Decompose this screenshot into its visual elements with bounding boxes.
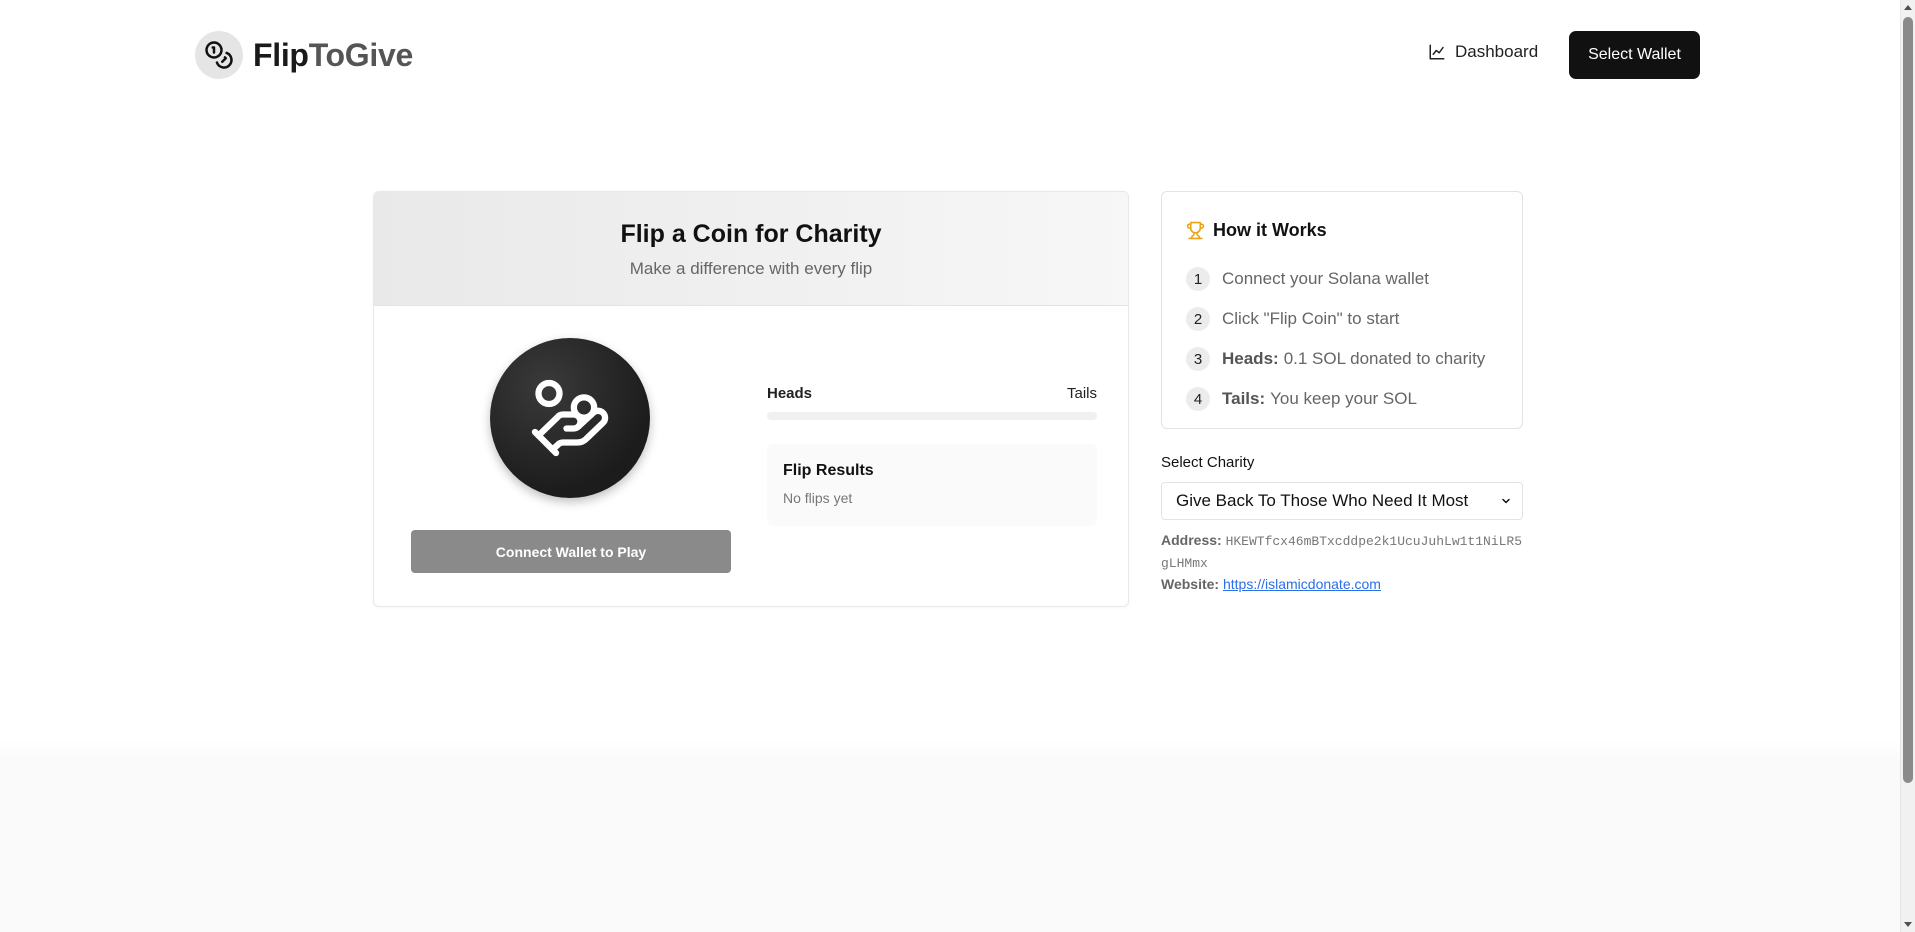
connect-wallet-play-button[interactable]: Connect Wallet to Play <box>411 530 731 573</box>
flip-ratio-labels: Heads Tails <box>767 385 1097 402</box>
chevron-down-icon <box>1502 498 1510 504</box>
step-item: 2 Click "Flip Coin" to start <box>1186 299 1485 339</box>
heart-coin-icon <box>531 379 609 457</box>
brand-name: FlipToGive <box>253 36 413 73</box>
page-title: Flip a Coin for Charity <box>620 220 882 248</box>
step-item: 4 Tails: You keep your SOL <box>1186 379 1485 419</box>
card-header: Flip a Coin for Charity Make a differenc… <box>374 192 1128 306</box>
dashboard-link[interactable]: Dashboard <box>1428 42 1538 62</box>
step-item: 3 Heads: 0.1 SOL donated to charity <box>1186 339 1485 379</box>
scrollbar-thumb[interactable] <box>1903 17 1913 783</box>
coins-icon <box>195 31 243 79</box>
scroll-up-arrow-icon[interactable] <box>1904 5 1912 10</box>
tails-label: Tails <box>1066 385 1097 402</box>
step-number: 2 <box>1186 307 1210 331</box>
select-wallet-button[interactable]: Select Wallet <box>1569 31 1700 79</box>
charity-info: Address: HKEWTfcx46mBTxcddpe2k1UcuJuhLw1… <box>1161 530 1526 595</box>
step-bold: Heads: <box>1222 349 1279 368</box>
address-label: Address: <box>1161 532 1222 548</box>
charity-select[interactable]: Give Back To Those Who Need It Most <box>1161 482 1523 520</box>
charity-website-link[interactable]: https://islamicdonate.com <box>1223 576 1381 592</box>
step-number: 1 <box>1186 267 1210 291</box>
how-it-works-title: How it Works <box>1186 220 1327 241</box>
step-text: Click "Flip Coin" to start <box>1222 309 1400 328</box>
coin-flip-card: Flip a Coin for Charity Make a differenc… <box>373 191 1129 607</box>
how-it-works-panel: How it Works 1 Connect your Solana walle… <box>1161 191 1523 429</box>
brand-logo[interactable]: FlipToGive <box>195 31 413 79</box>
step-text: 0.1 SOL donated to charity <box>1283 349 1486 368</box>
flip-results-title: Flip Results <box>783 462 874 479</box>
charity-website-row: Website: https://islamicdonate.com <box>1161 574 1526 595</box>
step-number: 4 <box>1186 387 1210 411</box>
charity-address-row: Address: HKEWTfcx46mBTxcddpe2k1UcuJuhLw1… <box>1161 530 1526 574</box>
scroll-down-arrow-icon[interactable] <box>1904 922 1912 927</box>
heads-label: Heads <box>767 385 813 402</box>
flip-ratio-bar <box>767 412 1097 420</box>
charity-selected-value: Give Back To Those Who Need It Most <box>1176 491 1469 510</box>
page-scrollbar[interactable] <box>1900 0 1915 932</box>
charity-select-label: Select Charity <box>1161 454 1255 471</box>
flip-results-empty: No flips yet <box>783 490 853 506</box>
step-number: 3 <box>1186 347 1210 371</box>
website-label: Website: <box>1161 576 1220 592</box>
chart-line-icon <box>1429 44 1445 60</box>
flip-results-panel: Flip Results No flips yet <box>767 444 1097 526</box>
dashboard-label: Dashboard <box>1455 42 1539 61</box>
site-header: FlipToGive Dashboard Select Wallet <box>0 0 1900 110</box>
steps-list: 1 Connect your Solana wallet 2 Click "Fl… <box>1186 259 1485 419</box>
page-subtitle: Make a difference with every flip <box>629 259 873 278</box>
step-text: Connect your Solana wallet <box>1222 269 1429 288</box>
trophy-icon <box>1186 221 1205 240</box>
step-text: You keep your SOL <box>1270 389 1417 408</box>
step-item: 1 Connect your Solana wallet <box>1186 259 1485 299</box>
step-bold: Tails: <box>1222 389 1266 408</box>
coin[interactable] <box>490 338 650 498</box>
